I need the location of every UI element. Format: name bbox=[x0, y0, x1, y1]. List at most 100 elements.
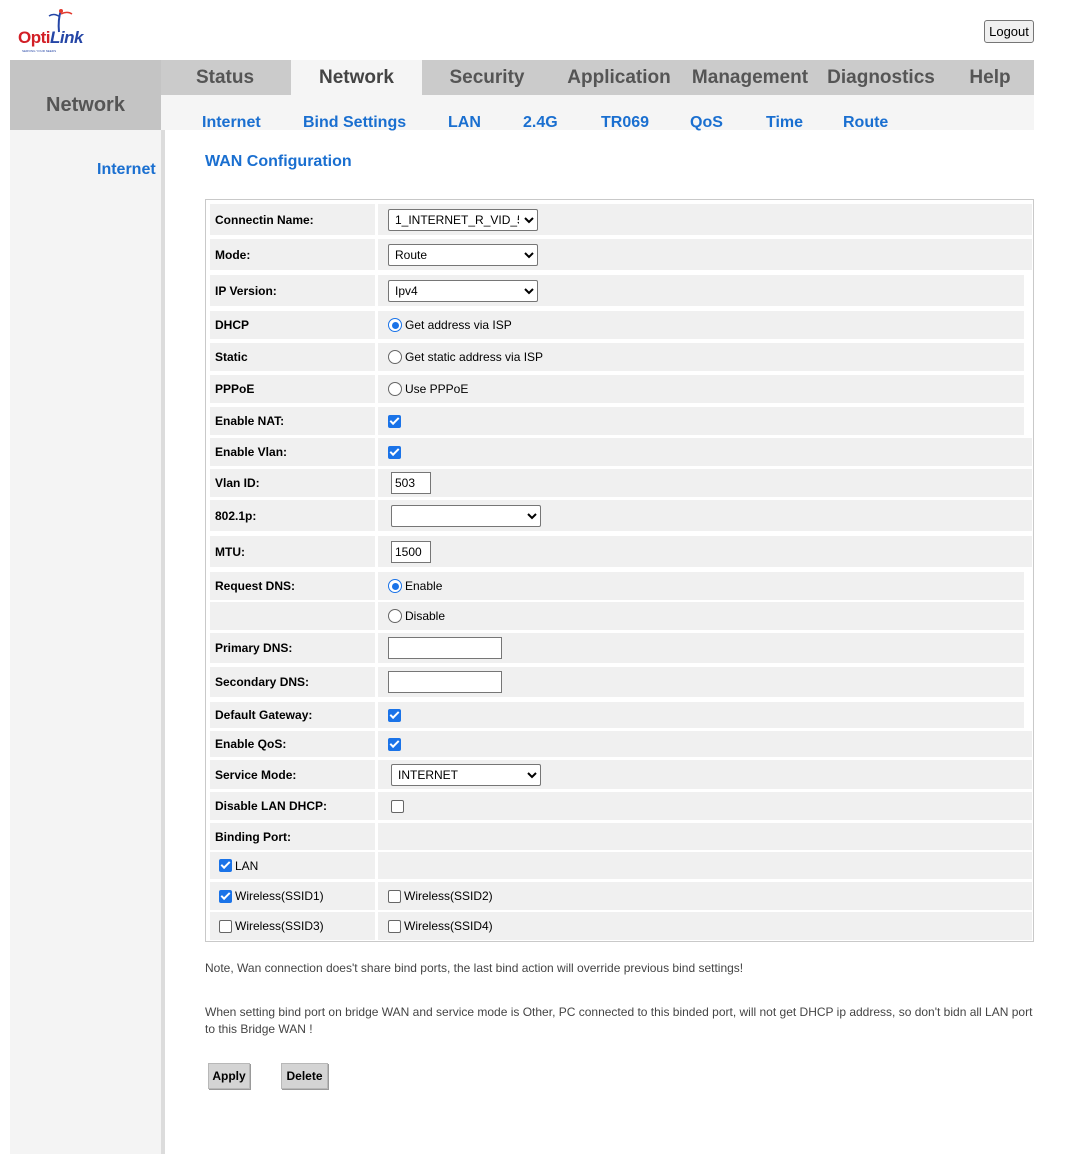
subtab-2-4g[interactable]: 2.4G bbox=[523, 114, 558, 132]
request-dns-blank-label bbox=[210, 602, 375, 630]
bind-ssid2-label: Wireless(SSID2) bbox=[404, 889, 493, 903]
primary-dns-label: Primary DNS: bbox=[210, 633, 375, 663]
tab-network[interactable]: Network bbox=[291, 60, 422, 95]
service-mode-label: Service Mode: bbox=[210, 760, 375, 789]
bridge-wan-warning-note: When setting bind port on bridge WAN and… bbox=[205, 1005, 1033, 1036]
subtab-internet[interactable]: Internet bbox=[202, 114, 261, 132]
tab-status[interactable]: Status bbox=[161, 60, 289, 95]
wan-config-form: Connectin Name: 1_INTERNET_R_VID_503 Mod… bbox=[205, 199, 1034, 942]
row-binding-ssid-1-2: Wireless(SSID1) Wireless(SSID2) bbox=[206, 882, 1032, 910]
bind-ssid4-checkbox[interactable] bbox=[388, 919, 401, 933]
request-dns-label: Request DNS: bbox=[210, 572, 375, 600]
static-radio[interactable] bbox=[388, 350, 402, 364]
connection-name-select[interactable]: 1_INTERNET_R_VID_503 bbox=[388, 208, 538, 231]
pppoe-label: PPPoE bbox=[210, 375, 375, 403]
mode-select[interactable]: Route bbox=[388, 243, 538, 266]
row-binding-port: Binding Port: bbox=[206, 823, 1032, 850]
tab-application[interactable]: Application bbox=[559, 60, 679, 95]
default-gateway-label: Default Gateway: bbox=[210, 702, 375, 728]
row-static: Static Get static address via ISP bbox=[206, 343, 1024, 371]
pppoe-option-label: Use PPPoE bbox=[405, 382, 469, 396]
enable-vlan-checkbox[interactable] bbox=[388, 445, 401, 459]
mtu-input[interactable] bbox=[391, 540, 431, 563]
row-request-dns-enable: Request DNS: Enable bbox=[206, 572, 1024, 600]
bind-ssid1-label: Wireless(SSID1) bbox=[235, 889, 324, 903]
row-primary-dns: Primary DNS: bbox=[206, 633, 1024, 663]
row-pppoe: PPPoE Use PPPoE bbox=[206, 375, 1024, 403]
binding-port-label: Binding Port: bbox=[210, 823, 375, 850]
left-sidebar bbox=[10, 130, 161, 1154]
dot1p-select[interactable] bbox=[391, 504, 541, 527]
subtab-lan[interactable]: LAN bbox=[448, 114, 481, 132]
subtab-route[interactable]: Route bbox=[843, 114, 888, 132]
bind-ssid4-label: Wireless(SSID4) bbox=[404, 919, 493, 933]
tab-diagnostics[interactable]: Diagnostics bbox=[822, 60, 940, 95]
tab-help[interactable]: Help bbox=[950, 60, 1030, 95]
tab-security[interactable]: Security bbox=[425, 60, 549, 95]
sidebar-item-internet[interactable]: Internet bbox=[97, 161, 156, 179]
secondary-dns-label: Secondary DNS: bbox=[210, 667, 375, 697]
row-dhcp: DHCP Get address via ISP bbox=[206, 311, 1024, 339]
logo-tagline: SERVING YOUR NEEDS bbox=[22, 49, 57, 53]
subtab-time[interactable]: Time bbox=[766, 114, 803, 132]
bind-lan-label: LAN bbox=[235, 858, 259, 873]
ip-version-select[interactable]: Ipv4 bbox=[388, 279, 538, 302]
primary-dns-input[interactable] bbox=[388, 637, 502, 659]
row-default-gateway: Default Gateway: bbox=[206, 702, 1024, 728]
enable-nat-label: Enable NAT: bbox=[210, 407, 375, 435]
mode-label: Mode: bbox=[210, 239, 375, 270]
row-service-mode: Service Mode: INTERNET bbox=[206, 760, 1032, 789]
row-enable-qos: Enable QoS: bbox=[206, 731, 1032, 757]
service-mode-select[interactable]: INTERNET bbox=[391, 763, 541, 786]
row-request-dns-disable: Disable bbox=[206, 602, 1024, 630]
row-ip-version: IP Version: Ipv4 bbox=[206, 275, 1024, 306]
dhcp-option-label: Get address via ISP bbox=[405, 318, 512, 332]
bind-override-note: Note, Wan connection does't share bind p… bbox=[205, 961, 744, 975]
row-mode: Mode: Route bbox=[206, 239, 1032, 270]
request-dns-enable-label: Enable bbox=[405, 579, 443, 593]
request-dns-disable-label: Disable bbox=[405, 609, 446, 623]
tab-management[interactable]: Management bbox=[687, 60, 813, 95]
bind-ssid3-label: Wireless(SSID3) bbox=[235, 919, 324, 933]
row-secondary-dns: Secondary DNS: bbox=[206, 667, 1024, 697]
vlan-id-label: Vlan ID: bbox=[210, 469, 375, 497]
dhcp-radio[interactable] bbox=[388, 318, 402, 332]
bind-ssid1-checkbox[interactable] bbox=[219, 889, 232, 903]
subtab-qos[interactable]: QoS bbox=[690, 114, 723, 132]
row-enable-nat: Enable NAT: bbox=[206, 407, 1024, 435]
default-gateway-checkbox[interactable] bbox=[388, 708, 401, 722]
disable-lan-dhcp-checkbox[interactable] bbox=[391, 799, 404, 813]
logout-button[interactable]: Logout bbox=[984, 20, 1034, 43]
row-dot1p: 802.1p: bbox=[206, 500, 1032, 531]
subtab-bind-settings[interactable]: Bind Settings bbox=[303, 114, 406, 132]
enable-nat-checkbox[interactable] bbox=[388, 414, 401, 428]
pppoe-radio[interactable] bbox=[388, 382, 402, 396]
enable-vlan-label: Enable Vlan: bbox=[210, 438, 375, 466]
dhcp-label: DHCP bbox=[210, 311, 375, 339]
ip-version-label: IP Version: bbox=[210, 275, 375, 306]
bind-lan-checkbox[interactable] bbox=[219, 859, 232, 872]
enable-qos-label: Enable QoS: bbox=[210, 731, 375, 757]
row-binding-ssid-3-4: Wireless(SSID3) Wireless(SSID4) bbox=[206, 912, 1032, 940]
bind-ssid2-checkbox[interactable] bbox=[388, 889, 401, 903]
dot1p-label: 802.1p: bbox=[210, 500, 375, 531]
vlan-id-input[interactable] bbox=[391, 472, 431, 494]
request-dns-disable-radio[interactable] bbox=[388, 609, 402, 623]
page-title: WAN Configuration bbox=[205, 153, 352, 170]
secondary-dns-input[interactable] bbox=[388, 671, 502, 693]
sub-tab-bar bbox=[161, 95, 1034, 130]
enable-qos-checkbox[interactable] bbox=[388, 737, 401, 751]
subtab-tr069[interactable]: TR069 bbox=[601, 114, 649, 132]
connection-name-label: Connectin Name: bbox=[210, 204, 375, 235]
row-connection-name: Connectin Name: 1_INTERNET_R_VID_503 bbox=[206, 204, 1032, 235]
row-mtu: MTU: bbox=[206, 536, 1032, 567]
row-enable-vlan: Enable Vlan: bbox=[206, 438, 1032, 466]
row-binding-lan: LAN bbox=[206, 852, 1032, 879]
main-tabs: Status Network Security Application Mana… bbox=[161, 60, 1034, 95]
sidebar-divider bbox=[161, 130, 165, 1154]
request-dns-enable-radio[interactable] bbox=[388, 579, 402, 593]
delete-button[interactable]: Delete bbox=[281, 1063, 328, 1089]
static-label: Static bbox=[210, 343, 375, 371]
bind-ssid3-checkbox[interactable] bbox=[219, 919, 232, 933]
apply-button[interactable]: Apply bbox=[208, 1063, 250, 1089]
